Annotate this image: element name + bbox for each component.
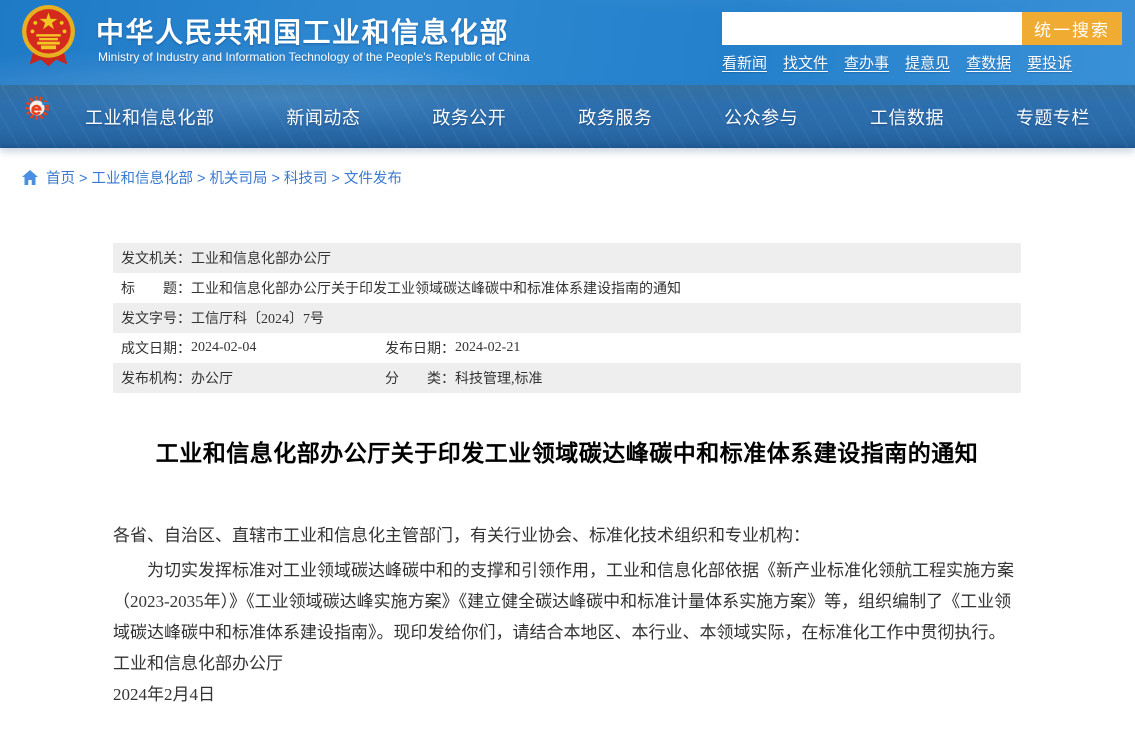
nav-item[interactable]: 新闻动态 xyxy=(286,104,360,130)
quick-links: 看新闻找文件查办事提意见查数据要投诉 xyxy=(722,52,1072,73)
signature-org: 工业和信息化部办公厅 xyxy=(113,648,1021,679)
national-emblem-icon xyxy=(20,4,77,70)
meta-label: 发布机构： xyxy=(121,368,191,388)
site-subtitle-english: Ministry of Industry and Information Tec… xyxy=(98,50,530,64)
meta-value: 2024-02-21 xyxy=(455,340,520,356)
meta-label: 分 类： xyxy=(385,368,455,388)
breadcrumb-link[interactable]: 工业和信息化部 xyxy=(91,171,193,187)
quick-link[interactable]: 看新闻 xyxy=(722,52,767,73)
document-title: 工业和信息化部办公厅关于印发工业领域碳达峰碳中和标准体系建设指南的通知 xyxy=(113,434,1021,468)
nav-item[interactable]: 专题专栏 xyxy=(1016,104,1090,130)
meta-cell: 发布机构：办公厅 xyxy=(113,368,377,388)
meta-label: 标 题： xyxy=(121,278,191,298)
salutation-paragraph: 各省、自治区、直辖市工业和信息化主管部门，有关行业协会、标准化技术组织和专业机构… xyxy=(113,520,1021,551)
signature-date: 2024年2月4日 xyxy=(113,679,1021,710)
meta-value: 工业和信息化部办公厅 xyxy=(191,248,331,268)
search-bar: 统一搜索 xyxy=(722,12,1122,45)
meta-label: 发文字号： xyxy=(121,308,191,328)
meta-cell: 发布日期：2024-02-21 xyxy=(377,338,520,358)
nav-item[interactable]: 工业和信息化部 xyxy=(85,104,215,130)
meta-value: 办公厅 xyxy=(191,368,233,388)
meta-cell: 分 类：科技管理,标准 xyxy=(377,368,543,388)
meta-value: 科技管理,标准 xyxy=(455,368,543,388)
breadcrumb-link[interactable]: 文件发布 xyxy=(344,171,402,187)
breadcrumb-separator: > xyxy=(271,171,279,187)
document-main: 发文机关：工业和信息化部办公厅标 题：工业和信息化部办公厅关于印发工业领域碳达峰… xyxy=(0,243,1135,710)
breadcrumb-separator: > xyxy=(79,171,87,187)
meta-label: 成文日期： xyxy=(121,338,191,358)
meta-value: 工信厅科〔2024〕7号 xyxy=(191,308,324,328)
breadcrumb-link[interactable]: 机关司局 xyxy=(209,171,267,187)
meta-cell: 发文机关：工业和信息化部办公厅 xyxy=(113,248,331,268)
meta-cell: 成文日期：2024-02-04 xyxy=(113,338,377,358)
body-paragraph: 为切实发挥标准对工业领域碳达峰碳中和的支撑和引领作用，工业和信息化部依据《新产业… xyxy=(113,555,1021,648)
meta-cell: 发文字号：工信厅科〔2024〕7号 xyxy=(113,308,324,328)
site-title: 中华人民共和国工业和信息化部 xyxy=(96,11,509,51)
document-meta-table: 发文机关：工业和信息化部办公厅标 题：工业和信息化部办公厅关于印发工业领域碳达峰… xyxy=(113,243,1021,393)
breadcrumb-link[interactable]: 首页 xyxy=(46,171,75,187)
nav-item[interactable]: 工信数据 xyxy=(870,104,944,130)
nav-item[interactable]: 政务公开 xyxy=(432,104,506,130)
meta-row: 发布机构：办公厅分 类：科技管理,标准 xyxy=(113,363,1021,393)
meta-label: 发布日期： xyxy=(385,338,455,358)
meta-value: 工业和信息化部办公厅关于印发工业领域碳达峰碳中和标准体系建设指南的通知 xyxy=(191,278,681,298)
breadcrumb: 首页>工业和信息化部>机关司局>科技司>文件发布 xyxy=(0,148,1135,206)
breadcrumb-separator: > xyxy=(331,171,339,187)
quick-link[interactable]: 查数据 xyxy=(966,52,1011,73)
document-body: 各省、自治区、直辖市工业和信息化主管部门，有关行业协会、标准化技术组织和专业机构… xyxy=(113,520,1021,710)
nav-item[interactable]: 公众参与 xyxy=(724,104,798,130)
meta-row: 标 题：工业和信息化部办公厅关于印发工业领域碳达峰碳中和标准体系建设指南的通知 xyxy=(113,273,1021,303)
meta-cell: 标 题：工业和信息化部办公厅关于印发工业领域碳达峰碳中和标准体系建设指南的通知 xyxy=(113,278,681,298)
miit-logo-icon xyxy=(24,94,52,122)
site-header: 中华人民共和国工业和信息化部 Ministry of Industry and … xyxy=(0,0,1135,85)
meta-value: 2024-02-04 xyxy=(191,340,256,356)
search-input[interactable] xyxy=(722,12,1022,45)
unified-search-button[interactable]: 统一搜索 xyxy=(1022,12,1122,45)
quick-link[interactable]: 提意见 xyxy=(905,52,950,73)
quick-link[interactable]: 找文件 xyxy=(783,52,828,73)
quick-link[interactable]: 查办事 xyxy=(844,52,889,73)
meta-row: 发文字号：工信厅科〔2024〕7号 xyxy=(113,303,1021,333)
meta-label: 发文机关： xyxy=(121,248,191,268)
breadcrumb-separator: > xyxy=(197,171,205,187)
breadcrumb-items: 首页>工业和信息化部>机关司局>科技司>文件发布 xyxy=(46,167,402,188)
quick-link[interactable]: 要投诉 xyxy=(1027,52,1072,73)
meta-row: 成文日期：2024-02-04发布日期：2024-02-21 xyxy=(113,333,1021,363)
main-nav: 工业和信息化部 新闻动态 政务公开 政务服务 公众参与 工信数据 专题专栏 xyxy=(0,85,1135,148)
nav-item[interactable]: 政务服务 xyxy=(578,104,652,130)
meta-row: 发文机关：工业和信息化部办公厅 xyxy=(113,243,1021,273)
home-icon[interactable] xyxy=(22,170,38,185)
breadcrumb-link[interactable]: 科技司 xyxy=(284,171,328,187)
